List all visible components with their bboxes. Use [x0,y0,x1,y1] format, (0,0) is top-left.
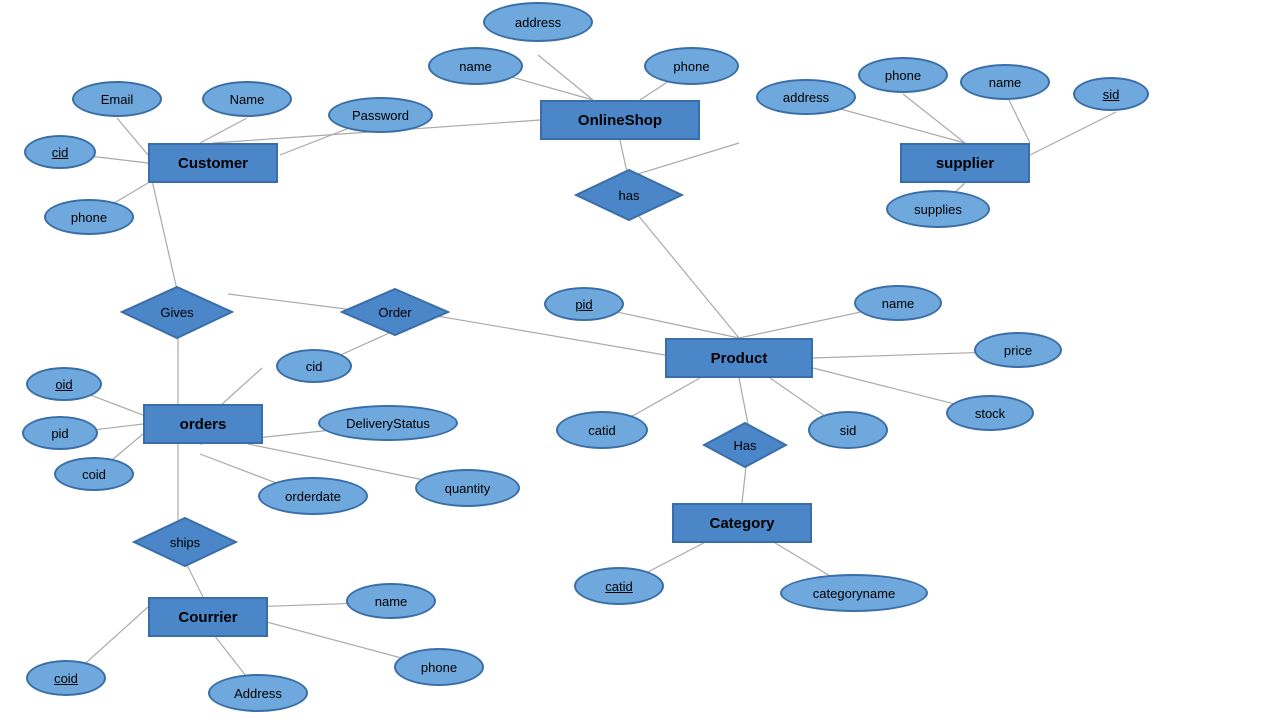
entity-onlineshop[interactable]: OnlineShop [540,100,700,140]
rel-has-prod[interactable]: Has [702,421,788,469]
attr-password: Password [328,97,433,133]
attr-catid-prod: catid [556,411,648,449]
attr-cid: cid [24,135,96,169]
attr-phone-courrier: phone [394,648,484,686]
attr-coid-courrier: coid [26,660,106,696]
attr-phone-top: phone [644,47,739,85]
entity-product[interactable]: Product [665,338,813,378]
attr-name-cust: Name [202,81,292,117]
attr-phone-cust: phone [44,199,134,235]
attr-deliverystatus: DeliveryStatus [318,405,458,441]
attr-sid-supplier: sid [1073,77,1149,111]
rel-has-top[interactable]: has [574,168,684,222]
attr-name-courrier: name [346,583,436,619]
attr-name-prod: name [854,285,942,321]
er-diagram: OnlineShop Customer supplier Product ord… [0,0,1280,720]
rel-order[interactable]: Order [340,287,450,337]
attr-coid-ord: coid [54,457,134,491]
attr-cid-ord: cid [276,349,352,383]
entity-courrier[interactable]: Courrier [148,597,268,637]
attr-orderdate: orderdate [258,477,368,515]
attr-supplies: supplies [886,190,990,228]
entity-supplier[interactable]: supplier [900,143,1030,183]
attr-oid: oid [26,367,102,401]
attr-price: price [974,332,1062,368]
attr-address-top: address [483,2,593,42]
attr-catid-cat: catid [574,567,664,605]
attr-quantity: quantity [415,469,520,507]
attr-email: Email [72,81,162,117]
attr-name-supplier: name [960,64,1050,100]
attr-address-supplier: address [756,79,856,115]
attr-phone-supplier: phone [858,57,948,93]
attr-pid-ord: pid [22,416,98,450]
entity-orders[interactable]: orders [143,404,263,444]
attr-categoryname: categoryname [780,574,928,612]
attr-pid: pid [544,287,624,321]
attr-sid-prod: sid [808,411,888,449]
entity-category[interactable]: Category [672,503,812,543]
rel-gives[interactable]: Gives [120,285,234,340]
attr-stock: stock [946,395,1034,431]
attr-address-courrier: Address [208,674,308,712]
attr-name-top: name [428,47,523,85]
rel-ships[interactable]: ships [132,516,238,568]
entity-customer[interactable]: Customer [148,143,278,183]
